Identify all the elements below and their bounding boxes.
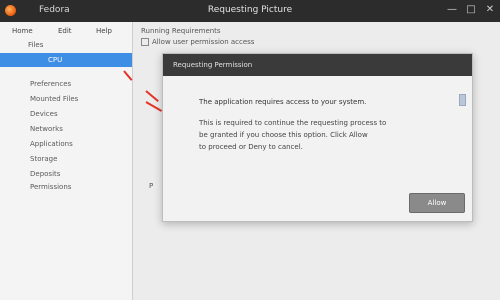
sidebar-header: Home Edit Help <box>0 27 132 39</box>
dialog-scroll-thumb[interactable] <box>459 94 466 106</box>
sidebar-item-label: Preferences <box>30 80 72 88</box>
dialog-title: Requesting Permission <box>173 61 253 69</box>
sidebar-item-label: Networks <box>30 125 63 133</box>
dialog-titlebar: Requesting Permission <box>163 54 472 76</box>
header-tab-edit[interactable]: Edit <box>58 27 72 35</box>
sidebar-item-selected[interactable]: CPU <box>0 53 132 67</box>
sidebar-item-label: Applications <box>30 140 73 148</box>
dialog-body-line: This is required to continue the request… <box>199 119 387 127</box>
dialog-body-line: to proceed or Deny to cancel. <box>199 143 303 151</box>
window-titlebar: Fedora Requesting Picture — □ ✕ <box>0 0 500 22</box>
sidebar: Home Edit Help Files CPU Preferences Mou… <box>0 22 133 300</box>
permission-checkbox-row[interactable]: Allow user permission access <box>141 38 254 46</box>
sidebar-item[interactable]: Deposits <box>0 167 132 181</box>
allow-button[interactable]: Allow <box>409 193 465 213</box>
header-tab-help[interactable]: Help <box>96 27 112 35</box>
sidebar-item[interactable]: Devices <box>0 107 132 121</box>
maximize-icon[interactable]: □ <box>465 4 477 16</box>
checkbox[interactable] <box>141 38 149 46</box>
sidebar-item[interactable]: Preferences <box>0 77 132 91</box>
main-text-fragment: P <box>149 182 154 190</box>
sidebar-item[interactable]: Networks <box>0 122 132 136</box>
header-tab-home[interactable]: Home <box>12 27 33 35</box>
minimize-icon[interactable]: — <box>446 4 458 16</box>
sidebar-item-label: Mounted Files <box>30 95 79 103</box>
main-section-label: Running Requirements <box>141 27 221 35</box>
window-title: Requesting Picture <box>207 5 293 15</box>
dialog-body-line: be granted if you choose this option. Cl… <box>199 131 368 139</box>
sidebar-item-label: Permissions <box>30 183 72 191</box>
sidebar-item[interactable]: Applications <box>0 137 132 151</box>
sidebar-item-label: Storage <box>30 155 58 163</box>
sidebar-item[interactable]: Permissions <box>0 180 132 194</box>
permission-dialog: Requesting Permission The application re… <box>162 53 473 222</box>
sidebar-item[interactable]: Mounted Files <box>0 92 132 106</box>
dialog-heading: The application requires access to your … <box>199 98 367 106</box>
sidebar-item-label: Devices <box>30 110 58 118</box>
sidebar-item-label: Deposits <box>30 170 61 178</box>
sidebar-item-label: CPU <box>48 56 63 64</box>
checkbox-label: Allow user permission access <box>152 38 255 46</box>
close-icon[interactable]: ✕ <box>484 4 496 16</box>
sidebar-section-label: Files <box>28 41 44 49</box>
sidebar-item[interactable]: Storage <box>0 152 132 166</box>
